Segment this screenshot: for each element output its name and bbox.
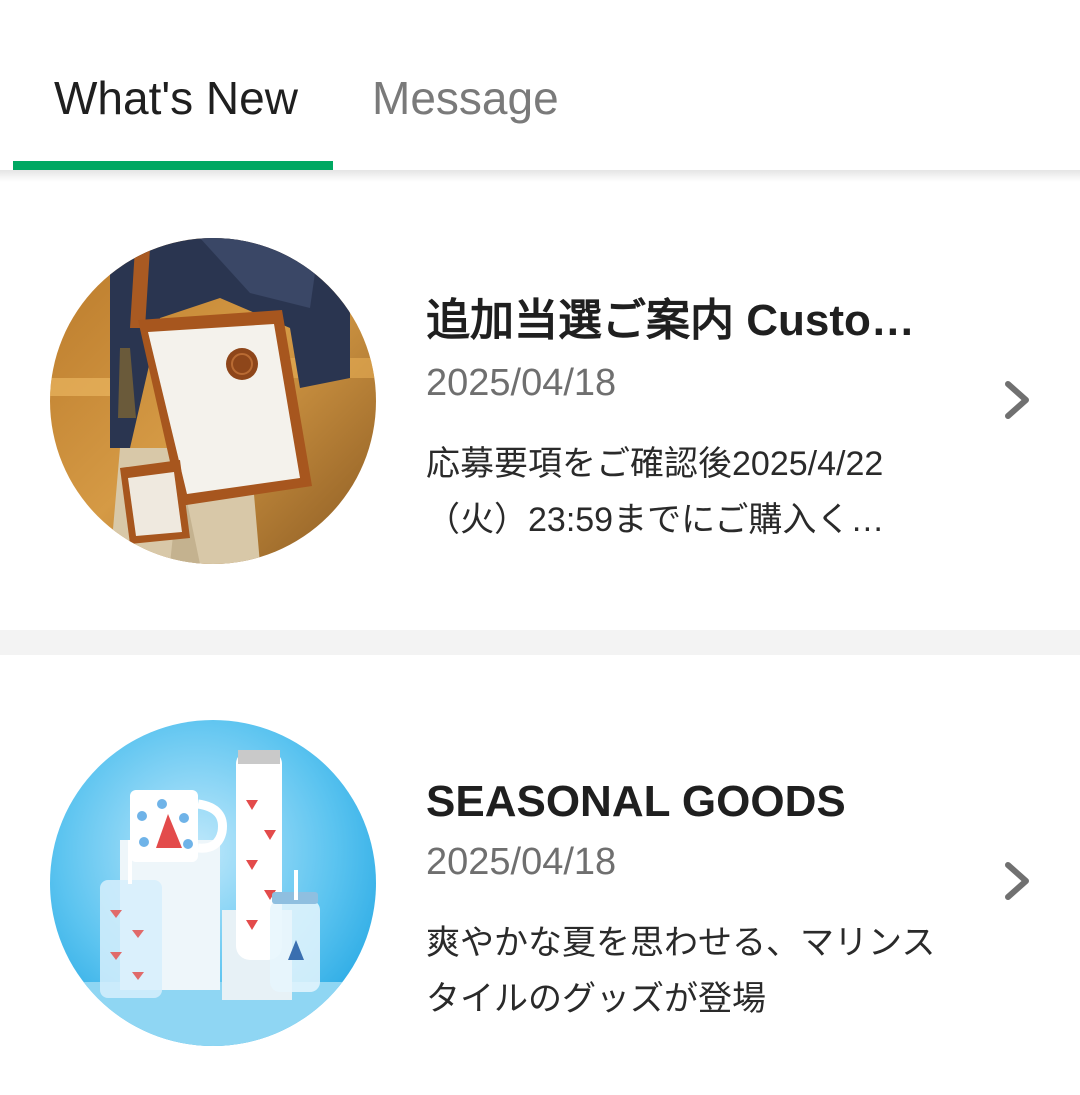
tab-bar: What's New Message: [0, 0, 1080, 170]
news-thumbnail-bag: [50, 238, 376, 564]
tab-whats-new[interactable]: What's New: [54, 70, 298, 126]
active-tab-indicator: [13, 161, 333, 170]
news-item[interactable]: SEASONAL GOODS 2025/04/18 爽やかな夏を思わせる、マリン…: [0, 655, 1080, 1095]
news-date: 2025/04/18: [426, 841, 617, 883]
news-title: SEASONAL GOODS: [426, 777, 846, 826]
chevron-right-icon[interactable]: [1000, 378, 1036, 422]
tumbler-photo-icon: [50, 720, 376, 1046]
tab-message[interactable]: Message: [372, 70, 559, 126]
news-title: 追加当選ご案内 Custo…: [426, 296, 915, 345]
tab-bar-shadow: [0, 170, 1080, 182]
news-description: 応募要項をご確認後2025/4/22（火）23:59までにご購入く…: [426, 445, 885, 539]
news-item[interactable]: 追加当選ご案内 Custo… 2025/04/18 応募要項をご確認後2025/…: [0, 182, 1080, 630]
news-description: 爽やかな夏を思わせる、マリンスタイルのグッズが登場: [426, 924, 936, 1018]
news-thumbnail-tumblers: [50, 720, 376, 1046]
news-date: 2025/04/18: [426, 362, 617, 404]
item-divider: [0, 630, 1080, 655]
chevron-right-icon[interactable]: [1000, 859, 1036, 903]
bag-photo-icon: [50, 238, 376, 564]
